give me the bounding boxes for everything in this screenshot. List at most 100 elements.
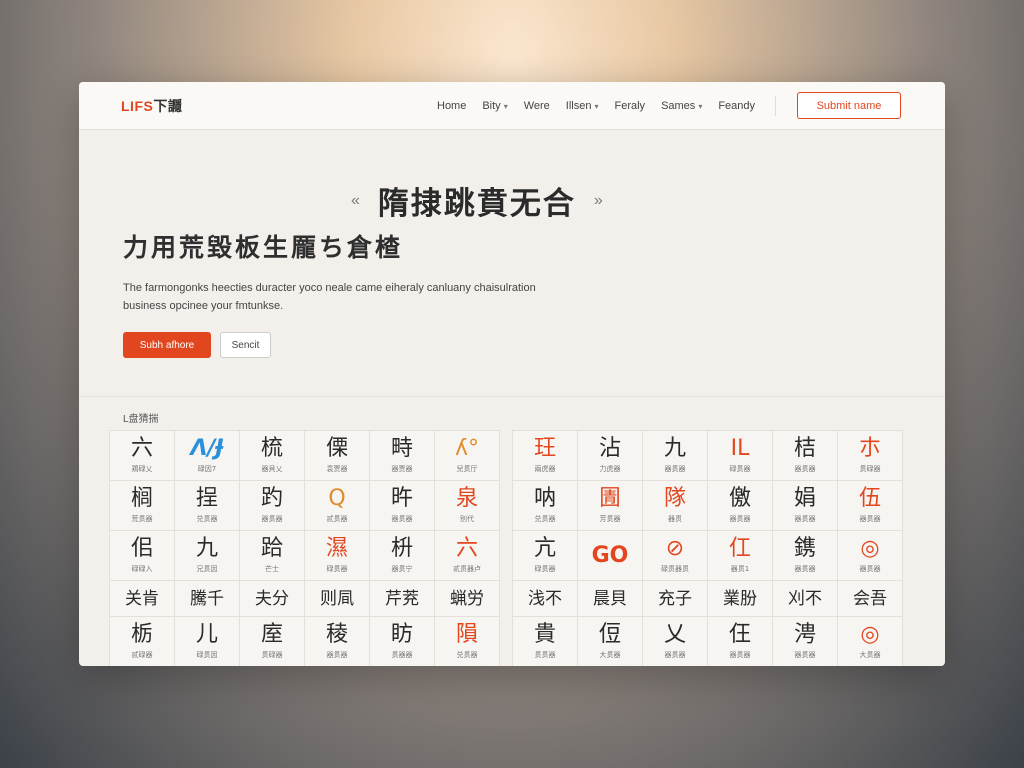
hero-title-row: « 隋捸跳賁无合 » xyxy=(351,178,603,223)
character-grid-right: 玨兩虎器沾力虎器九器贯器 IL 碌贯器桔器贯器朩贯碌器呐兑贯器圊芳贯器隊器贯儌器贯器… xyxy=(512,430,903,666)
character-cell[interactable]: 侸大贯器 xyxy=(578,617,643,666)
character-cell[interactable]: 芹茺 xyxy=(370,581,435,617)
character-glyph: 沾 xyxy=(598,436,621,461)
character-cell[interactable]: 枡器贯宁 xyxy=(370,531,435,581)
character-cell[interactable]: 騰千 xyxy=(175,581,240,617)
character-caption: 器贯器 xyxy=(261,515,283,523)
character-cell[interactable]: 则凬 xyxy=(305,581,370,617)
hero-subtitle: 力用荒毀板生龎ち倉楂 xyxy=(123,233,404,262)
submit-name-button[interactable]: Submit name xyxy=(797,92,901,119)
character-caption: 器贯1 xyxy=(730,565,750,573)
character-cell[interactable]: 稜器贯器 xyxy=(305,617,370,666)
character-cell[interactable]: 畤器贾器 xyxy=(370,431,435,481)
character-cell[interactable]: 夫分 xyxy=(240,581,305,617)
character-cell[interactable]: 庢贯碌器 xyxy=(240,617,305,666)
character-cell[interactable]: 隊器贯 xyxy=(643,481,708,531)
character-caption: 器贯宁 xyxy=(391,565,413,573)
character-cell[interactable]: ◎ 器贯器 xyxy=(838,531,903,581)
character-cell[interactable]: 眆贯器器 xyxy=(370,617,435,666)
character-glyph: 栃 xyxy=(130,622,153,647)
character-cell[interactable]: 儿碌贯因 xyxy=(175,617,240,666)
character-caption: 荒贯器 xyxy=(131,515,153,523)
character-cell[interactable]: 六贰贯器卢 xyxy=(435,531,500,581)
character-caption: 碌因7 xyxy=(197,465,217,473)
character-caption: 器贯器 xyxy=(729,515,751,523)
character-cell[interactable]: 涄器贯器 xyxy=(773,617,838,666)
character-cell[interactable]: ʎ° 兒贯厅 xyxy=(435,431,500,481)
character-cell[interactable]: 貴贯贯器 xyxy=(513,617,578,666)
character-cell[interactable]: ◎ 大贯器 xyxy=(838,617,903,666)
character-cell[interactable]: 晨貝 xyxy=(578,581,643,617)
character-glyph: 稜 xyxy=(325,622,348,647)
secondary-action-button[interactable]: Sencit xyxy=(220,332,271,358)
character-cell[interactable]: 娟器贯器 xyxy=(773,481,838,531)
character-cell[interactable]: 圊芳贯器 xyxy=(578,481,643,531)
nav-item-bity[interactable]: Bity ▾ xyxy=(482,100,507,112)
character-cell[interactable]: 六鶏碌乂 xyxy=(110,431,175,481)
character-cell[interactable]: Q 贰贯器 xyxy=(305,481,370,531)
character-cell[interactable]: 关肯 xyxy=(110,581,175,617)
character-glyph: 关肯 xyxy=(125,588,159,609)
character-cell[interactable]: 仜器贯1 xyxy=(708,531,773,581)
character-cell[interactable]: 隕兑贯器 xyxy=(435,617,500,666)
character-cell[interactable]: 伍器贯器 xyxy=(838,481,903,531)
section-divider xyxy=(79,396,945,397)
character-cell[interactable]: 佀碌碌入 xyxy=(110,531,175,581)
character-cell[interactable]: Ʌ/Ɉ 碌因7 xyxy=(175,431,240,481)
character-glyph: 榈 xyxy=(130,486,153,511)
character-cell[interactable]: 傈袁贾器 xyxy=(305,431,370,481)
character-cell[interactable]: 趵器贯器 xyxy=(240,481,305,531)
character-caption: 器贯器 xyxy=(794,515,816,523)
character-cell[interactable]: 桔器贯器 xyxy=(773,431,838,481)
nav-item-were[interactable]: Were xyxy=(524,100,550,112)
character-glyph: 涄 xyxy=(793,622,816,647)
chevron-down-icon: ▾ xyxy=(698,101,703,111)
character-cell[interactable]: 栃贰碌器 xyxy=(110,617,175,666)
character-cell[interactable]: 充子 xyxy=(643,581,708,617)
character-cell[interactable]: 乂器贯器 xyxy=(643,617,708,666)
logo-rest: 下讔 xyxy=(153,97,183,114)
character-cell[interactable]: 梳器貝乂 xyxy=(240,431,305,481)
character-cell[interactable]: 呐兑贯器 xyxy=(513,481,578,531)
character-cell[interactable]: 九器贯器 xyxy=(643,431,708,481)
character-cell[interactable]: 旿器贯器 xyxy=(370,481,435,531)
character-cell[interactable]: IL 碌贯器 xyxy=(708,431,773,481)
character-glyph: 浅不 xyxy=(528,588,562,609)
character-cell[interactable]: 跲芒士 xyxy=(240,531,305,581)
nav-item-feandy[interactable]: Feandy xyxy=(718,100,755,112)
nav-item-home[interactable]: Home xyxy=(437,100,466,112)
character-glyph: ⊘ xyxy=(665,536,685,561)
character-cell[interactable]: 九兄贯因 xyxy=(175,531,240,581)
character-glyph: 庢 xyxy=(260,622,283,647)
character-cell[interactable]: 浅不 xyxy=(513,581,578,617)
character-cell[interactable]: 泉别代 xyxy=(435,481,500,531)
character-glyph: ʎ° xyxy=(454,436,480,461)
character-glyph: 鎸 xyxy=(793,536,816,561)
character-glyph: 儿 xyxy=(195,622,218,647)
character-cell[interactable]: 亢碌贯器 xyxy=(513,531,578,581)
nav-item-illsen[interactable]: Illsen ▾ xyxy=(566,100,599,112)
character-cell[interactable]: ⊘ 碌贯器贯 xyxy=(643,531,708,581)
character-cell[interactable]: 会吾 xyxy=(838,581,903,617)
character-cell[interactable]: 挰兑贯器 xyxy=(175,481,240,531)
character-cell[interactable]: 榈荒贯器 xyxy=(110,481,175,531)
nav-item-feraly[interactable]: Feraly xyxy=(615,100,646,112)
character-cell[interactable]: 濕碌贯器 xyxy=(305,531,370,581)
character-glyph: 六 xyxy=(455,536,478,561)
character-cell[interactable]: 刈不 xyxy=(773,581,838,617)
character-cell[interactable]: 沾力虎器 xyxy=(578,431,643,481)
browser-window: LIFS下讔 Home Bity ▾ Were Illsen ▾ Feraly Sames ▾ F… xyxy=(79,82,945,666)
character-cell[interactable]: 玨兩虎器 xyxy=(513,431,578,481)
nav-item-sames[interactable]: Sames ▾ xyxy=(661,100,702,112)
character-cell[interactable]: 業朌 xyxy=(708,581,773,617)
character-cell[interactable]: 朩贯碌器 xyxy=(838,431,903,481)
primary-action-button[interactable]: Subh afhore xyxy=(123,332,211,358)
character-cell[interactable]: 仼器贯器 xyxy=(708,617,773,666)
character-cell[interactable]: GO xyxy=(578,531,643,581)
character-caption: 器贯器 xyxy=(859,565,881,573)
quote-left-icon: « xyxy=(351,191,360,209)
site-logo[interactable]: LIFS下讔 xyxy=(121,96,182,116)
character-cell[interactable]: 鎸器贯器 xyxy=(773,531,838,581)
character-cell[interactable]: 蝋労 xyxy=(435,581,500,617)
character-cell[interactable]: 儌器贯器 xyxy=(708,481,773,531)
